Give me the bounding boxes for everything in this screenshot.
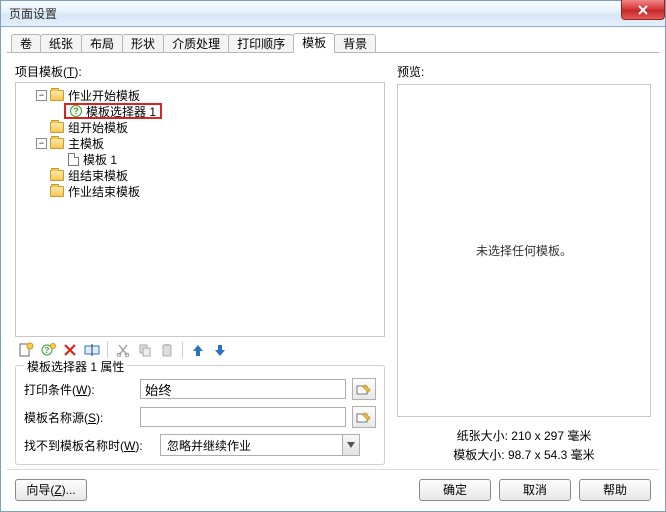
delete-icon bbox=[63, 343, 77, 357]
tree-node-label: 主模板 bbox=[68, 135, 104, 152]
preview-pane: 未选择任何模板。 bbox=[397, 84, 651, 417]
tab-layout[interactable]: 布局 bbox=[81, 34, 123, 52]
properties-legend: 模板选择器 1 属性 bbox=[24, 358, 127, 375]
tree-node-job-end[interactable]: 作业结束模板 bbox=[18, 183, 382, 199]
copy-button[interactable] bbox=[136, 341, 154, 359]
print-condition-label: 打印条件(W): bbox=[24, 381, 134, 398]
tab-paper[interactable]: 纸张 bbox=[40, 34, 82, 52]
tab-roll[interactable]: 卷 bbox=[11, 34, 41, 52]
tab-templates[interactable]: 模板 bbox=[293, 33, 335, 53]
print-condition-input[interactable] bbox=[140, 379, 346, 399]
svg-text:?: ? bbox=[45, 346, 50, 355]
tree-node-main[interactable]: − 主模板 bbox=[18, 135, 382, 151]
tab-print-order[interactable]: 打印顺序 bbox=[228, 34, 294, 52]
folder-icon bbox=[50, 122, 64, 133]
folder-icon bbox=[50, 170, 64, 181]
cancel-button[interactable]: 取消 bbox=[499, 479, 571, 501]
new-selector-button[interactable]: ? bbox=[39, 341, 57, 359]
tree-node-job-start[interactable]: − 作业开始模板 bbox=[18, 87, 382, 103]
notfound-value: 忽略并继续作业 bbox=[160, 434, 342, 456]
paste-icon bbox=[160, 343, 174, 357]
preview-empty-text: 未选择任何模板。 bbox=[476, 242, 572, 259]
window-title: 页面设置 bbox=[9, 5, 57, 22]
tree-node-label: 组结束模板 bbox=[68, 167, 128, 184]
tree-node-template-1[interactable]: 模板 1 bbox=[18, 151, 382, 167]
template-tree[interactable]: − 作业开始模板 ? 模板选择器 1 组开始模板 bbox=[15, 82, 385, 337]
rename-button[interactable] bbox=[83, 341, 101, 359]
template-source-input[interactable] bbox=[140, 407, 346, 427]
tree-node-group-start[interactable]: 组开始模板 bbox=[18, 119, 382, 135]
notfound-label: 找不到模板名称时(W): bbox=[24, 437, 154, 454]
tree-node-label: 组开始模板 bbox=[68, 119, 128, 136]
tree-label: 项目模板(T): bbox=[15, 63, 385, 80]
copy-icon bbox=[138, 343, 152, 357]
new-page-icon bbox=[18, 342, 34, 358]
tree-node-label: 作业开始模板 bbox=[68, 87, 140, 104]
highlight-marker: ? 模板选择器 1 bbox=[64, 103, 162, 119]
edit-icon bbox=[356, 382, 372, 396]
wizard-button[interactable]: 向导(Z)... bbox=[15, 479, 87, 501]
paste-button[interactable] bbox=[158, 341, 176, 359]
edit-icon bbox=[356, 410, 372, 424]
folder-icon bbox=[50, 138, 64, 149]
folder-icon bbox=[50, 186, 64, 197]
tree-node-selector-1[interactable]: ? 模板选择器 1 bbox=[18, 103, 382, 119]
print-condition-browse-button[interactable] bbox=[352, 378, 376, 400]
tree-node-label: 作业结束模板 bbox=[68, 183, 140, 200]
notfound-combo[interactable]: 忽略并继续作业 bbox=[160, 434, 360, 456]
delete-button[interactable] bbox=[61, 341, 79, 359]
arrow-up-icon bbox=[191, 343, 205, 357]
dialog-window: 页面设置 卷 纸张 布局 形状 介质处理 打印顺序 模板 背景 项目模板(T): bbox=[0, 0, 666, 512]
move-up-button[interactable] bbox=[189, 341, 207, 359]
paper-size-text: 纸张大小: 210 x 297 毫米 bbox=[397, 427, 651, 446]
move-down-button[interactable] bbox=[211, 341, 229, 359]
cut-button[interactable] bbox=[114, 341, 132, 359]
dialog-footer: 向导(Z)... 确定 取消 帮助 bbox=[7, 469, 659, 509]
tab-strip: 卷 纸张 布局 形状 介质处理 打印顺序 模板 背景 bbox=[7, 31, 659, 53]
tree-node-group-end[interactable]: 组结束模板 bbox=[18, 167, 382, 183]
close-icon bbox=[637, 5, 649, 15]
page-icon bbox=[68, 153, 79, 166]
ok-button[interactable]: 确定 bbox=[419, 479, 491, 501]
close-button[interactable] bbox=[621, 0, 665, 20]
cut-icon bbox=[116, 343, 130, 357]
chevron-down-icon[interactable] bbox=[342, 434, 360, 456]
arrow-down-icon bbox=[213, 343, 227, 357]
template-source-label: 模板名称源(S): bbox=[24, 409, 134, 426]
tab-background[interactable]: 背景 bbox=[334, 34, 376, 52]
new-template-button[interactable] bbox=[17, 341, 35, 359]
collapse-icon[interactable]: − bbox=[36, 90, 47, 101]
help-button[interactable]: 帮助 bbox=[579, 479, 651, 501]
titlebar: 页面设置 bbox=[1, 1, 665, 27]
collapse-icon[interactable]: − bbox=[36, 138, 47, 149]
selector-icon: ? bbox=[70, 105, 82, 117]
template-size-text: 模板大小: 98.7 x 54.3 毫米 bbox=[397, 446, 651, 465]
tab-media[interactable]: 介质处理 bbox=[163, 34, 229, 52]
tree-node-label: 模板 1 bbox=[83, 151, 117, 168]
tree-node-label: 模板选择器 1 bbox=[86, 103, 156, 120]
tab-shape[interactable]: 形状 bbox=[122, 34, 164, 52]
folder-icon bbox=[50, 90, 64, 101]
rename-icon bbox=[84, 343, 100, 357]
new-selector-icon: ? bbox=[40, 342, 56, 358]
preview-label: 预览: bbox=[397, 63, 651, 80]
template-source-browse-button[interactable] bbox=[352, 406, 376, 428]
properties-group: 模板选择器 1 属性 打印条件(W): 模板名称源(S): bbox=[15, 365, 385, 465]
